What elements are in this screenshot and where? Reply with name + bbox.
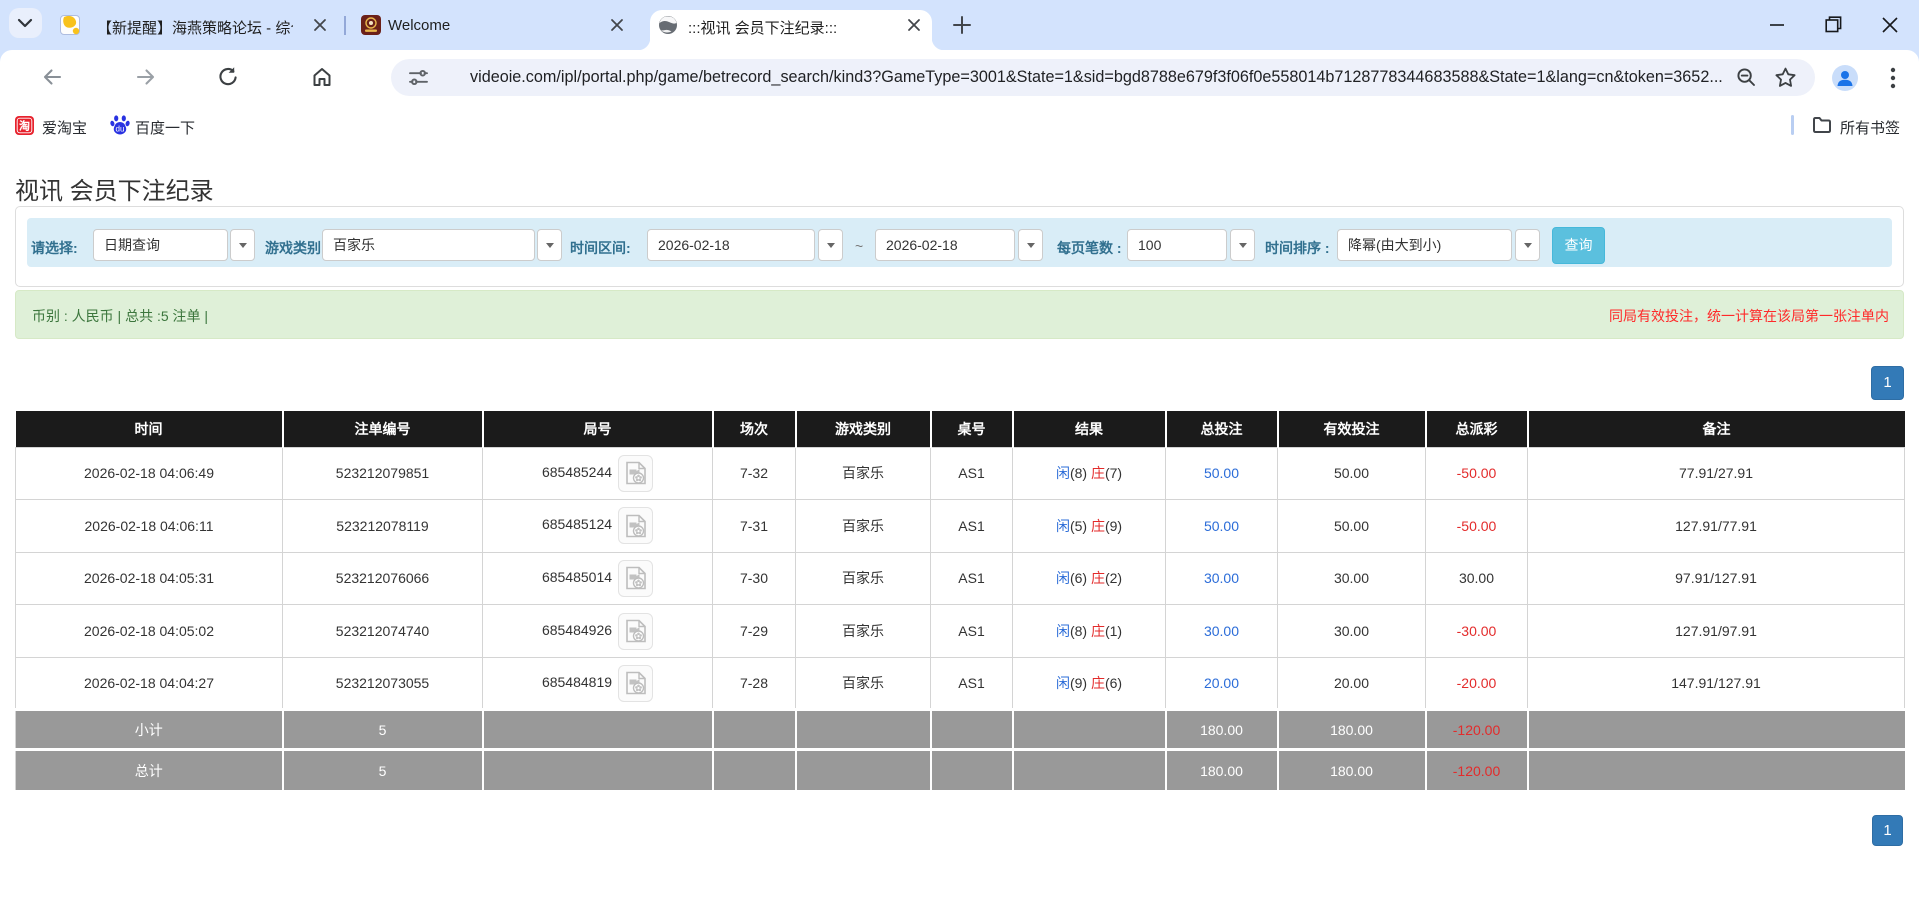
svg-text:淘: 淘 (19, 119, 30, 133)
svg-text:du: du (116, 125, 125, 134)
